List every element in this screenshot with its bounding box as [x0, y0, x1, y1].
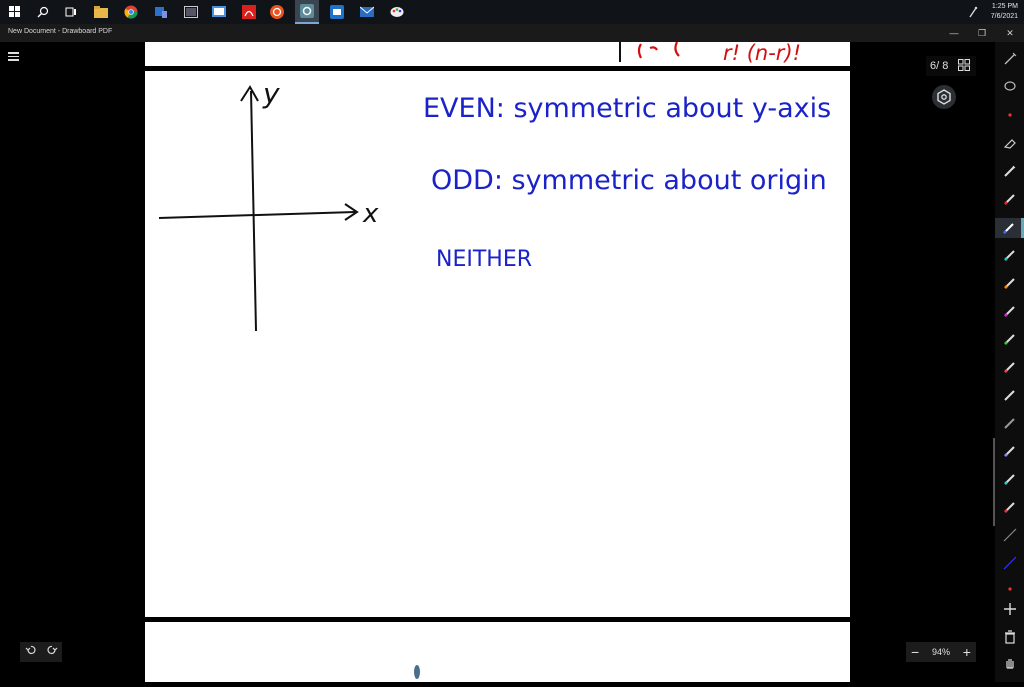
task-view-icon[interactable]	[62, 3, 80, 21]
comment-tool-icon[interactable]	[1001, 78, 1019, 98]
page-fragment-ink	[414, 665, 420, 679]
whiteboard-icon[interactable]	[210, 3, 228, 21]
line-tool-black-icon[interactable]	[1001, 526, 1019, 546]
red-marker-icon[interactable]	[1001, 106, 1019, 126]
highlighter-cyan-icon[interactable]	[1001, 470, 1019, 490]
undo-redo-panel	[20, 642, 62, 662]
zoom-out-button[interactable]: −	[911, 645, 919, 659]
clock-date: 7/6/2021	[990, 13, 1018, 20]
acrobat-icon[interactable]	[240, 3, 258, 21]
pen-white-icon[interactable]	[1001, 386, 1019, 406]
next-page-fragment[interactable]	[145, 622, 850, 682]
mail-icon[interactable]	[358, 3, 376, 21]
vertical-scrollbar[interactable]	[993, 438, 995, 526]
hamburger-menu-icon[interactable]	[8, 50, 22, 62]
tablet-icon[interactable]	[182, 3, 200, 21]
pdf-page-current[interactable]: y x EVEN: symmetric about y-axis ODD: sy…	[145, 71, 850, 617]
window-title: New Document - Drawboard PDF	[8, 28, 113, 35]
chrome-icon[interactable]	[122, 3, 140, 21]
minimize-button[interactable]: —	[940, 24, 968, 42]
settings-button[interactable]	[932, 85, 956, 109]
pen-teal-icon[interactable]	[1001, 246, 1019, 266]
pen-magenta-icon[interactable]	[1001, 302, 1019, 322]
red-formula-fragment: r! (n-r)!	[723, 42, 802, 65]
pen-gray-icon[interactable]	[1001, 414, 1019, 434]
app-titlebar: New Document - Drawboard PDF — ❐ ✕	[0, 24, 1024, 42]
windows-start-icon[interactable]	[6, 3, 24, 21]
pen-green-icon[interactable]	[1001, 330, 1019, 350]
y-axis-label: y	[263, 77, 280, 110]
outlook-icon[interactable]	[328, 3, 346, 21]
teams-icon[interactable]	[152, 3, 170, 21]
line-tool-blue-icon[interactable]	[1001, 554, 1019, 574]
restore-button[interactable]: ❐	[968, 24, 996, 42]
x-axis-label: x	[363, 199, 379, 229]
previous-page-fragment: r! (n-r)!	[145, 42, 850, 66]
undo-icon[interactable]	[25, 643, 37, 661]
zoom-control: − 94% +	[906, 642, 976, 662]
redo-icon[interactable]	[46, 643, 58, 661]
ubuntu-icon[interactable]	[268, 3, 286, 21]
hexagon-settings-icon	[937, 89, 951, 105]
marker-red-dot-icon[interactable]	[1001, 580, 1019, 600]
grid-view-icon[interactable]	[958, 59, 970, 74]
pen-tray-icon[interactable]	[968, 5, 978, 23]
hand-pan-icon[interactable]	[1001, 654, 1019, 674]
even-definition: EVEN: symmetric about y-axis	[423, 93, 832, 124]
pen-black-icon[interactable]	[1001, 162, 1019, 182]
windows-taskbar: 1:25 PM 7/6/2021	[0, 0, 1024, 24]
system-clock[interactable]: 1:25 PM 7/6/2021	[991, 2, 1018, 22]
pen-blue-selected-icon[interactable]	[995, 218, 1024, 238]
pen-orange-icon[interactable]	[1001, 274, 1019, 294]
page-indicator[interactable]: 6/ 8	[926, 56, 976, 76]
search-icon[interactable]	[34, 3, 52, 21]
add-tool-icon[interactable]	[1001, 600, 1019, 620]
pen-red2-icon[interactable]	[1001, 358, 1019, 378]
drawboard-icon[interactable]	[295, 0, 319, 24]
ink-drawing-axes	[158, 85, 359, 332]
pen-red-icon[interactable]	[1001, 190, 1019, 210]
file-explorer-icon[interactable]	[92, 3, 110, 21]
tool-palette	[995, 42, 1024, 682]
delete-trash-icon[interactable]	[1001, 628, 1019, 648]
neither-label: NEITHER	[436, 247, 533, 272]
zoom-level: 94%	[931, 647, 950, 657]
paint-icon[interactable]	[388, 3, 406, 21]
odd-definition: ODD: symmetric about origin	[431, 165, 827, 196]
eraser-icon[interactable]	[1001, 134, 1019, 154]
page-number-text: 6/ 8	[930, 60, 949, 72]
highlighter-purple-icon[interactable]	[1001, 442, 1019, 462]
zoom-in-button[interactable]: +	[963, 645, 971, 659]
close-button[interactable]: ✕	[996, 24, 1024, 42]
ruler-tool-icon[interactable]	[1001, 50, 1019, 70]
clock-time: 1:25 PM	[991, 3, 1018, 10]
highlighter-red-icon[interactable]	[1001, 498, 1019, 518]
